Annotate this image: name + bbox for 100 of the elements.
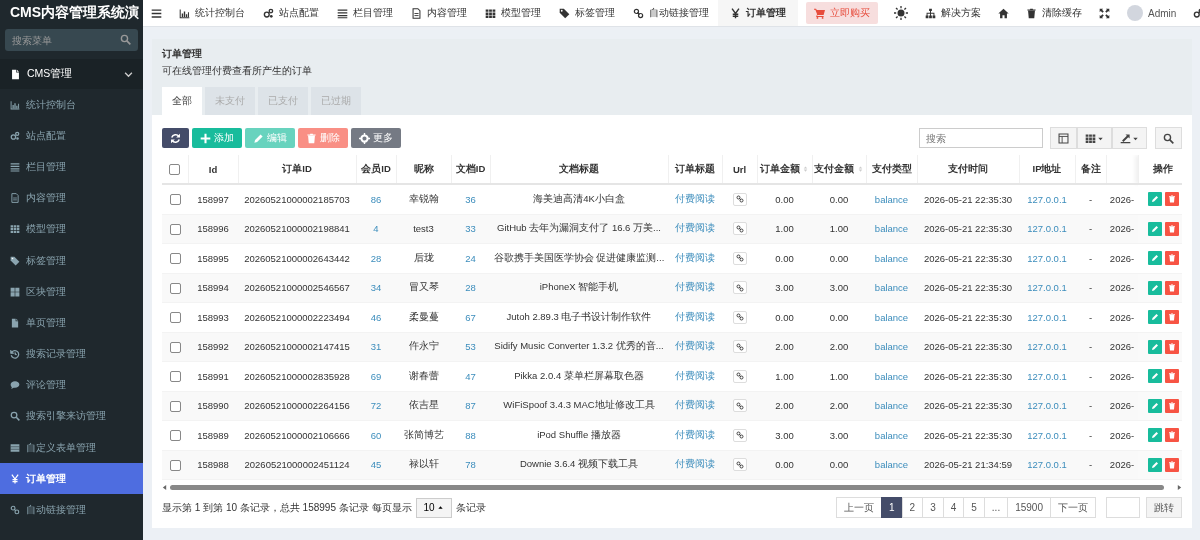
table-link[interactable]: balance [874, 429, 909, 441]
delete-button[interactable] [1164, 369, 1179, 384]
url-button[interactable] [732, 340, 747, 354]
delete-button[interactable] [1164, 251, 1179, 266]
table-link[interactable]: 45 [370, 459, 382, 471]
table-search-field[interactable]: 搜索 [919, 128, 1043, 148]
page-button[interactable]: 4 [942, 497, 965, 518]
page-number-field[interactable] [1106, 497, 1140, 518]
table-link[interactable]: 33 [465, 223, 476, 235]
table-link[interactable]: 127.0.0.1 [1027, 252, 1067, 264]
columns-dropdown-button[interactable] [1077, 127, 1112, 149]
prev-page-button[interactable]: 上一页 [836, 497, 883, 518]
table-link[interactable]: 67 [465, 311, 476, 323]
buy-button[interactable]: 立即购买 [806, 2, 878, 24]
url-button[interactable] [732, 222, 747, 236]
edit-button[interactable] [1147, 310, 1162, 325]
table-link[interactable]: 127.0.0.1 [1027, 193, 1067, 205]
page-button[interactable]: 3 [922, 497, 944, 518]
row-checkbox[interactable] [169, 312, 181, 324]
delete-button[interactable] [1164, 428, 1179, 443]
table-link[interactable]: 53 [465, 341, 476, 353]
sidebar-item[interactable]: 订单管理 [0, 463, 143, 495]
toggle-view-button[interactable] [1050, 127, 1077, 149]
url-button[interactable] [732, 310, 747, 324]
add-button[interactable]: 添加 [192, 128, 242, 148]
menu-group-header[interactable]: CMS管理 [0, 59, 143, 89]
export-dropdown-button[interactable] [1112, 127, 1147, 149]
edit-button[interactable] [1147, 457, 1162, 472]
delete-button[interactable] [1164, 310, 1179, 325]
edit-button[interactable] [1147, 428, 1162, 443]
next-page-button[interactable]: 下一页 [1050, 497, 1096, 518]
url-button[interactable] [732, 428, 747, 442]
horizontal-scrollbar[interactable] [162, 483, 1182, 492]
menu-search-field[interactable]: 搜索菜单 [5, 29, 138, 51]
table-link[interactable]: 28 [465, 282, 476, 294]
row-checkbox[interactable] [169, 282, 181, 294]
page-button[interactable]: 1 [881, 497, 903, 518]
table-link[interactable]: balance [874, 370, 909, 382]
table-link[interactable]: 86 [370, 193, 382, 205]
url-button[interactable] [732, 369, 747, 383]
table-link[interactable]: 36 [465, 193, 476, 205]
table-link[interactable]: 付费阅读 [675, 428, 715, 440]
select-all-checkbox[interactable] [169, 164, 181, 175]
table-link[interactable]: 72 [370, 400, 382, 412]
row-checkbox[interactable] [169, 459, 181, 471]
refresh-button[interactable] [162, 128, 189, 148]
delete-button[interactable] [1164, 339, 1179, 354]
page-size-dropdown[interactable]: 10 [415, 497, 452, 518]
url-button[interactable] [732, 399, 747, 413]
delete-button[interactable] [1164, 398, 1179, 413]
edit-button[interactable] [1147, 280, 1162, 295]
page-button[interactable]: 5 [963, 497, 985, 518]
table-link[interactable]: 127.0.0.1 [1027, 429, 1067, 441]
row-checkbox[interactable] [169, 430, 181, 442]
table-link[interactable]: 60 [370, 429, 382, 441]
table-link[interactable]: 付费阅读 [675, 192, 715, 204]
url-button[interactable] [732, 458, 747, 472]
edit-button[interactable] [1147, 369, 1162, 384]
scroll-left-icon[interactable] [162, 485, 167, 490]
row-checkbox[interactable] [169, 341, 181, 353]
table-link[interactable]: 47 [465, 370, 476, 382]
delete-button[interactable] [1164, 192, 1179, 207]
delete-button[interactable] [1164, 280, 1179, 295]
delete-button[interactable] [1164, 457, 1179, 472]
table-link[interactable]: balance [874, 311, 909, 323]
filter-tab[interactable]: 全部 [162, 87, 202, 115]
table-link[interactable]: 46 [370, 311, 382, 323]
table-link[interactable]: 34 [370, 282, 382, 294]
row-checkbox[interactable] [169, 371, 181, 383]
search-button[interactable] [1155, 127, 1182, 149]
page-button[interactable]: 15900 [1007, 497, 1051, 518]
table-link[interactable]: 付费阅读 [675, 310, 715, 322]
row-checkbox[interactable] [169, 253, 181, 265]
jump-button[interactable]: 跳转 [1146, 497, 1182, 518]
table-link[interactable]: 28 [370, 252, 382, 264]
table-link[interactable]: 24 [465, 252, 476, 264]
edit-button[interactable] [1147, 339, 1162, 354]
url-button[interactable] [732, 251, 747, 265]
table-link[interactable]: 127.0.0.1 [1027, 370, 1067, 382]
edit-button[interactable] [1147, 221, 1162, 236]
edit-button[interactable] [1147, 251, 1162, 266]
edit-button[interactable] [1147, 192, 1162, 207]
url-button[interactable] [732, 192, 747, 206]
table-link[interactable]: 78 [465, 459, 476, 471]
page-button[interactable]: 2 [901, 497, 924, 518]
table-link[interactable]: 88 [465, 429, 476, 441]
row-checkbox[interactable] [169, 223, 181, 235]
table-link[interactable]: 付费阅读 [675, 369, 715, 381]
url-button[interactable] [732, 281, 747, 295]
table-link[interactable]: balance [874, 252, 909, 264]
table-link[interactable]: 4 [373, 223, 379, 235]
table-link[interactable]: 付费阅读 [675, 251, 715, 263]
edit-button[interactable] [1147, 398, 1162, 413]
table-link[interactable]: 87 [465, 400, 476, 412]
scroll-right-icon[interactable] [1177, 485, 1182, 490]
more-button[interactable]: 更多 [351, 128, 401, 148]
row-checkbox[interactable] [169, 400, 181, 412]
table-link[interactable]: 69 [370, 370, 382, 382]
table-link[interactable]: 127.0.0.1 [1027, 311, 1067, 323]
delete-button[interactable] [1164, 221, 1179, 236]
